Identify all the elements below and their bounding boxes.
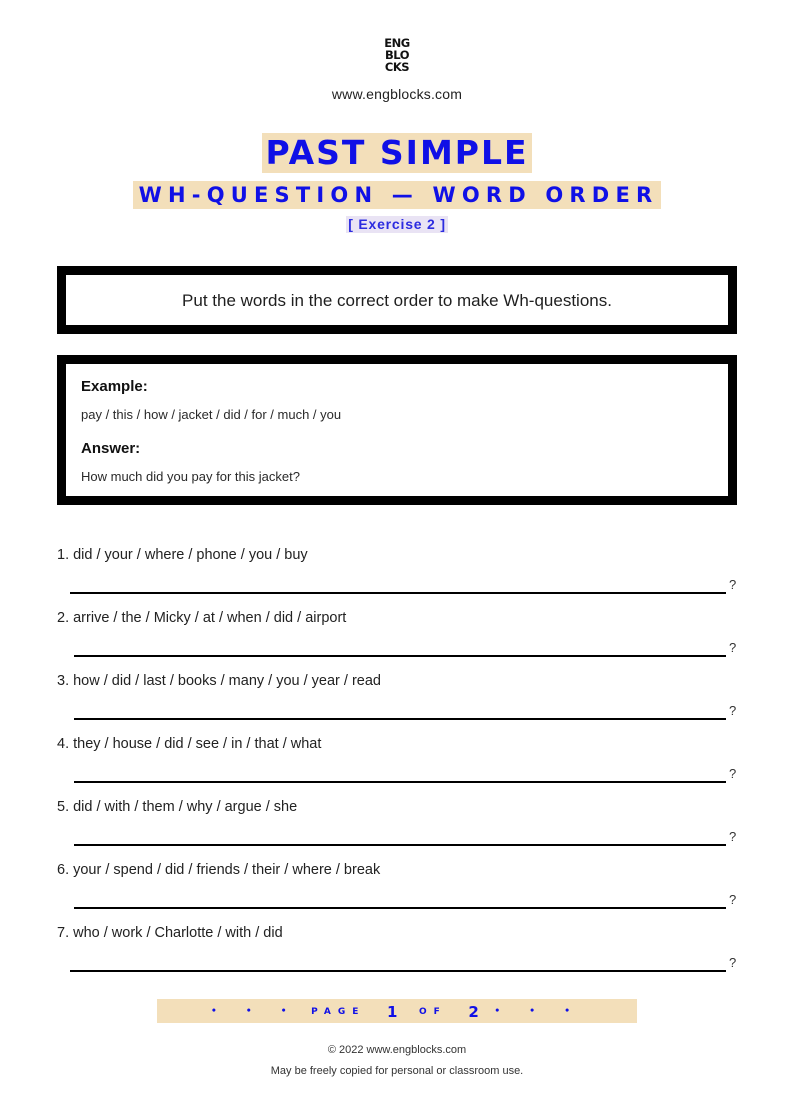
subtitle-row: WH-QUESTION — WORD ORDER [0,181,794,209]
answer-label: Answer: [81,440,141,457]
example-words: pay / this / how / jacket / did / for / … [81,407,342,422]
answer-line[interactable] [70,970,726,972]
answer-line[interactable] [74,718,726,720]
page-subtitle: WH-QUESTION — WORD ORDER [132,181,662,209]
pager-dots-left: • • • [211,1006,300,1017]
example-box: Example: pay / this / how / jacket / did… [57,355,737,505]
answer-line[interactable] [74,655,726,657]
footer-copyright: © 2022 www.engblocks.com [327,1044,467,1056]
engblocks-logo: ENG BLO CKS [380,37,414,74]
example-answer: How much did you pay for this jacket? [81,469,300,484]
page-indicator: • • • PAGE 1 OF 2 • • • [157,999,637,1023]
answer-line[interactable] [74,781,726,783]
logo-line: CKS [384,60,410,74]
site-url: www.engblocks.com [331,86,463,102]
pager-page-word: PAGE [311,1006,366,1017]
pager-current-page: 1 [387,1002,398,1021]
question-mark: ? [729,829,737,844]
question-mark: ? [729,955,737,970]
question-prompt: 7. who / work / Charlotte / with / did [57,925,283,941]
exercise-label: [ Exercise 2 ] [346,216,448,233]
question-mark: ? [729,766,737,781]
question-prompt: 5. did / with / them / why / argue / she [57,799,298,815]
question-mark: ? [729,640,737,655]
title-row: PAST SIMPLE [0,133,794,173]
pager-of-word: OF [419,1006,447,1017]
example-label: Example: [81,378,148,395]
question-prompt: 3. how / did / last / books / many / you… [57,673,381,689]
answer-line[interactable] [74,907,726,909]
instruction-box: Put the words in the correct order to ma… [57,266,737,334]
instruction-text: Put the words in the correct order to ma… [182,291,612,310]
question-mark: ? [729,892,737,907]
question-prompt: 6. your / spend / did / friends / their … [57,862,381,878]
pager-dots-right: • • • [494,1006,583,1017]
page-title: PAST SIMPLE [262,133,532,173]
answer-line[interactable] [70,592,726,594]
question-prompt: 1. did / your / where / phone / you / bu… [57,547,308,563]
pager-total-pages: 2 [468,1002,479,1021]
question-prompt: 4. they / house / did / see / in / that … [57,736,322,752]
question-prompt: 2. arrive / the / Micky / at / when / di… [57,610,347,626]
question-mark: ? [729,577,737,592]
footer-license: May be freely copied for personal or cla… [270,1065,524,1077]
answer-line[interactable] [74,844,726,846]
exercise-row: [ Exercise 2 ] [0,216,794,234]
question-mark: ? [729,703,737,718]
